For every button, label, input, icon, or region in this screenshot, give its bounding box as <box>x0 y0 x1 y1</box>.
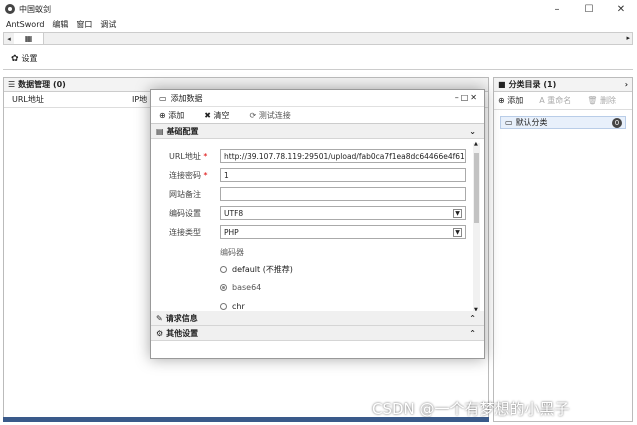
rename-category-button[interactable]: A 重命名 <box>539 95 579 106</box>
chevron-down-icon: ⌄ <box>469 126 476 136</box>
scroll-up-icon[interactable]: ▲ <box>474 141 478 147</box>
chevron-up-icon: ⌃ <box>469 328 476 338</box>
chevron-up-icon: ⌃ <box>469 313 476 323</box>
folder-open-icon: ▭ <box>505 118 513 127</box>
tab-scroll-right-icon[interactable]: ▸ <box>626 34 630 42</box>
dialog-maximize-button[interactable]: □ <box>461 93 471 102</box>
url-row: URL地址 * http://39.107.78.119:29501/uploa… <box>169 149 466 163</box>
settings-button[interactable]: 设置 <box>22 53 38 64</box>
folder-icon: ■ <box>498 80 506 89</box>
category-count-badge: 0 <box>612 118 622 128</box>
delete-category-button[interactable]: 🗑 删除 <box>587 95 624 106</box>
add-button[interactable]: ⊕ 添加 <box>159 110 194 121</box>
file-icon: ▤ <box>156 126 164 136</box>
category-item-default[interactable]: ▭ 默认分类 0 <box>500 116 626 129</box>
window-controls: – ☐ ✕ <box>541 0 637 18</box>
menu-bar: AntSword 编辑 窗口 调试 <box>0 18 637 31</box>
radio-icon <box>220 303 227 310</box>
dialog-close-button[interactable]: ✕ <box>470 93 479 102</box>
clear-button[interactable]: ✖ 清空 <box>204 110 239 121</box>
edit-icon: ✎ <box>156 313 163 323</box>
watermark-text: CSDN @一个有梦想的小黑子 <box>372 400 570 418</box>
column-ip[interactable]: IP地 <box>132 94 147 105</box>
add-category-button[interactable]: ⊕ 添加 <box>498 95 531 106</box>
tab-strip: ◂ ▦ ▸ <box>3 32 633 45</box>
url-label: URL地址 <box>169 151 201 161</box>
test-connection-button[interactable]: ⟳ 测试连接 <box>250 110 301 121</box>
encoding-row: 编码设置 UTF8 ▼ <box>169 206 466 220</box>
list-icon: ☰ <box>8 80 16 89</box>
menu-debug[interactable]: 调试 <box>100 19 116 30</box>
password-input[interactable]: 1 <box>220 168 466 182</box>
encoder-option-base64[interactable]: base64 <box>220 283 261 292</box>
menu-window[interactable]: 窗口 <box>76 19 92 30</box>
grid-icon: ▦ <box>24 34 33 43</box>
encoder-label: 编码器 <box>220 248 244 257</box>
chevron-down-icon: ▼ <box>453 228 462 237</box>
data-panel-title: 数据管理 (0) <box>18 80 66 89</box>
chevron-down-icon: ▼ <box>453 209 462 218</box>
menu-antsword[interactable]: AntSword <box>6 20 44 29</box>
type-row: 连接类型 PHP ▼ <box>169 225 466 239</box>
dialog-toolbar: ⊕ 添加 ✖ 清空 ⟳ 测试连接 <box>151 107 484 124</box>
column-url[interactable]: URL地址 <box>12 94 132 105</box>
note-input[interactable] <box>220 187 466 201</box>
encoding-label: 编码设置 <box>169 208 201 218</box>
tab-scroll-left-icon[interactable]: ◂ <box>4 35 14 43</box>
encoder-option-default[interactable]: default (不推荐) <box>220 264 293 275</box>
form-scrollbar[interactable]: ▲ ▼ <box>473 141 480 311</box>
password-label: 连接密码 <box>169 170 201 180</box>
radio-selected-icon <box>220 284 227 291</box>
radio-icon <box>220 266 227 273</box>
scroll-thumb[interactable] <box>474 153 479 223</box>
minimize-button[interactable]: – <box>541 0 573 18</box>
window-icon: ▭ <box>159 93 167 103</box>
dialog-title-bar: ▭ 添加数据 –□✕ <box>151 90 484 107</box>
settings-bar: ✿ 设置 <box>3 48 633 70</box>
basic-config-form: URL地址 * http://39.107.78.119:29501/uploa… <box>151 139 484 311</box>
category-panel-header: ■ 分类目录 (1) › <box>494 78 632 92</box>
encoder-option-chr[interactable]: chr <box>220 302 245 311</box>
password-row: 连接密码 * 1 <box>169 168 466 182</box>
type-label: 连接类型 <box>169 227 201 237</box>
settings-icon: ⚙ <box>156 328 164 338</box>
add-data-dialog: ▭ 添加数据 –□✕ ⊕ 添加 ✖ 清空 ⟳ 测试连接 ▤ 基础配置 ⌄ URL… <box>150 89 485 359</box>
menu-edit[interactable]: 编辑 <box>52 19 68 30</box>
section-request-info[interactable]: ✎ 请求信息 ⌃ <box>151 311 484 326</box>
section-basic-config[interactable]: ▤ 基础配置 ⌄ <box>151 124 484 139</box>
category-panel-title: 分类目录 (1) <box>508 80 557 89</box>
chevron-right-icon[interactable]: › <box>625 80 628 89</box>
maximize-button[interactable]: ☐ <box>573 0 605 18</box>
encoding-select[interactable]: UTF8 ▼ <box>220 206 466 220</box>
close-button[interactable]: ✕ <box>605 0 637 18</box>
tab-home[interactable]: ▦ <box>14 33 44 44</box>
note-row: 网站备注 <box>169 187 466 201</box>
note-label: 网站备注 <box>169 189 201 199</box>
connection-type-select[interactable]: PHP ▼ <box>220 225 466 239</box>
category-panel: ■ 分类目录 (1) › ⊕ 添加 A 重命名 🗑 删除 ▭ 默认分类 0 <box>493 77 633 422</box>
dialog-title: 添加数据 <box>170 93 203 103</box>
gear-icon: ✿ <box>11 53 19 64</box>
url-input[interactable]: http://39.107.78.119:29501/upload/fab0ca… <box>220 149 466 163</box>
category-toolbar: ⊕ 添加 A 重命名 🗑 删除 <box>494 92 632 110</box>
section-other-settings[interactable]: ⚙ 其他设置 ⌃ <box>151 326 484 341</box>
app-logo-icon <box>5 4 15 14</box>
window-title: 中国蚁剑 <box>19 4 51 14</box>
window-title-bar: 中国蚁剑 – ☐ ✕ <box>0 0 637 18</box>
category-item-label: 默认分类 <box>515 118 548 127</box>
